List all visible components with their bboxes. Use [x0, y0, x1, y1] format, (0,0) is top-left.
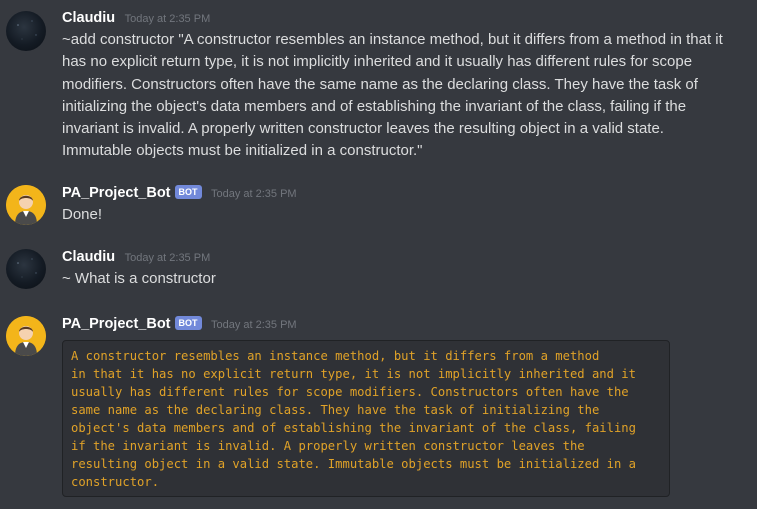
message-header: Claudiu Today at 2:35 PM: [62, 247, 210, 267]
timestamp: Today at 2:35 PM: [210, 188, 297, 200]
code-block: A constructor resembles an instance meth…: [62, 340, 670, 497]
timestamp: Today at 2:35 PM: [210, 319, 297, 331]
timestamp: Today at 2:35 PM: [124, 252, 211, 264]
message-text: Done!: [62, 206, 103, 223]
bot-avatar-icon[interactable]: [6, 316, 46, 356]
author-name[interactable]: Claudiu: [62, 10, 115, 26]
author-name[interactable]: Claudiu: [62, 249, 115, 265]
timestamp: Today at 2:35 PM: [124, 13, 211, 25]
author-name[interactable]: PA_Project_Bot: [62, 185, 171, 201]
message-header: Claudiu Today at 2:35 PM: [62, 8, 210, 28]
bot-avatar-icon[interactable]: [6, 185, 46, 225]
message-text: ~add constructor "A constructor resemble…: [62, 31, 723, 160]
bot-badge: BOT: [174, 185, 202, 199]
author-name[interactable]: PA_Project_Bot: [62, 316, 171, 332]
user-avatar-icon[interactable]: [6, 11, 46, 51]
message-text: ~ What is a constructor: [62, 270, 216, 287]
message-header: PA_Project_Bot BOT Today at 2:35 PM: [62, 183, 297, 203]
message-header: PA_Project_Bot BOT Today at 2:35 PM: [62, 314, 297, 334]
user-avatar-icon[interactable]: [6, 249, 46, 289]
bot-badge: BOT: [174, 316, 202, 330]
